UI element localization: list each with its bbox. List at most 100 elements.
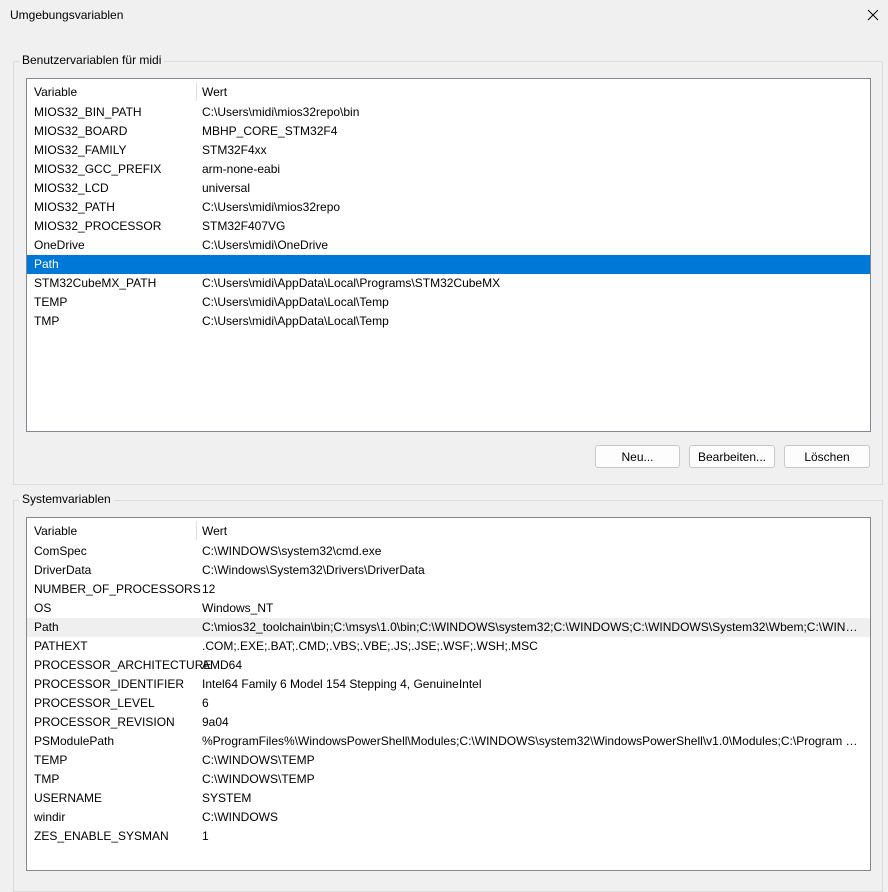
variable-value: C:\Users\midi\OneDrive [202,238,329,252]
variable-name: MIOS32_PROCESSOR [34,219,162,233]
title-bar: Umgebungsvariablen [0,0,888,30]
window-title: Umgebungsvariablen [10,8,124,22]
table-row[interactable]: PROCESSOR_IDENTIFIER Intel64 Family 6 Mod… [27,675,870,694]
variable-value: STM32F407VG [202,219,286,233]
delete-button[interactable]: Löschen [784,445,870,468]
table-row[interactable]: NUMBER_OF_PROCESSORS 12 [27,580,870,599]
variable-name: USERNAME [34,791,103,805]
variable-name: OS [34,601,52,615]
variable-name: PROCESSOR_REVISION [34,715,175,729]
table-row[interactable]: ZES_ENABLE_SYSMAN 1 [27,827,870,846]
user-variables-rows: MIOS32_BIN_PATH C:\Users\midi\mios32repo\… [27,103,870,331]
variable-value: C:\Users\midi\mios32repo\bin [202,105,360,119]
variable-value: C:\Users\midi\AppData\Local\Temp [202,295,389,309]
variable-name: TMP [34,314,60,328]
table-row[interactable]: TMP C:\WINDOWS\TEMP [27,770,870,789]
variable-name: TEMP [34,753,68,767]
variable-name: TEMP [34,295,68,309]
variable-name: MIOS32_LCD [34,181,109,195]
variable-name: PATHEXT [34,639,88,653]
table-row[interactable]: MIOS32_BOARD MBHP_CORE_STM32F4 [27,122,870,141]
variable-name: MIOS32_BOARD [34,124,128,138]
variable-value: C:\WINDOWS\system32\cmd.exe [202,544,382,558]
new-button[interactable]: Neu... [595,445,680,468]
table-row[interactable]: TMP C:\Users\midi\AppData\Local\Temp [27,312,870,331]
variable-name: ZES_ENABLE_SYSMAN [34,829,169,843]
variable-name: PSModulePath [34,734,115,748]
close-icon [867,9,879,21]
table-row[interactable]: USERNAME SYSTEM [27,789,870,808]
table-row[interactable]: MIOS32_PROCESSOR STM32F407VG [27,217,870,236]
variable-name: Path [34,257,59,271]
variable-value: C:\WINDOWS\TEMP [202,753,315,767]
table-row[interactable]: OneDrive C:\Users\midi\OneDrive [27,236,870,255]
table-row[interactable]: DriverData C:\Windows\System32\Drivers\Dr… [27,561,870,580]
user-variables-list[interactable]: Variable Wert MIOS32_BIN_PATH C:\Users\mi… [26,78,871,432]
close-button[interactable] [858,0,888,30]
variable-value: 9a04 [202,715,229,729]
variable-name: MIOS32_PATH [34,200,115,214]
variable-value: C:\Windows\System32\Drivers\DriverData [202,563,425,577]
system-variables-rows: ComSpec C:\WINDOWS\system32\cmd.exe Driver… [27,542,870,846]
variable-value: .COM;.EXE;.BAT;.CMD;.VBS;.VBE;.JS;.JSE;.… [202,639,538,653]
variable-name: ComSpec [34,544,87,558]
variable-name: PROCESSOR_LEVEL [34,696,155,710]
user-variables-legend: Benutzervariablen für midi [19,53,165,67]
table-row[interactable]: TEMP C:\Users\midi\AppData\Local\Temp [27,293,870,312]
variable-name: DriverData [34,563,92,577]
variable-name: MIOS32_GCC_PREFIX [34,162,162,176]
variable-value: C:\mios32_toolchain\bin;C:\msys\1.0\bin;… [202,620,864,634]
table-row[interactable]: windir C:\WINDOWS [27,808,870,827]
variable-value: STM32F4xx [202,143,267,157]
variable-name: OneDrive [34,238,85,252]
table-row[interactable]: MIOS32_BIN_PATH C:\Users\midi\mios32repo\… [27,103,870,122]
table-row[interactable]: Path [27,255,870,274]
table-row[interactable]: PATHEXT .COM;.EXE;.BAT;.CMD;.VBS;.VBE;.JS… [27,637,870,656]
variable-name: TMP [34,772,60,786]
table-row[interactable]: Path C:\mios32_toolchain\bin;C:\msys\1.0\… [27,618,870,637]
table-row[interactable]: MIOS32_PATH C:\Users\midi\mios32repo [27,198,870,217]
variable-value: universal [202,181,251,195]
variable-value: SYSTEM [202,791,252,805]
table-row[interactable]: STM32CubeMX_PATH C:\Users\midi\AppData\Lo… [27,274,870,293]
variable-value: C:\Users\midi\AppData\Local\Programs\STM… [202,276,501,290]
variable-value: C:\WINDOWS\TEMP [202,772,315,786]
list-header: Variable Wert [27,518,870,542]
list-header: Variable Wert [27,79,870,103]
variable-value: arm-none-eabi [202,162,281,176]
system-variables-list[interactable]: Variable Wert ComSpec C:\WINDOWS\system32… [26,517,871,871]
column-header-value[interactable]: Wert [202,524,227,538]
variable-value: 1 [202,829,209,843]
variable-name: NUMBER_OF_PROCESSORS [34,582,201,596]
table-row[interactable]: PROCESSOR_LEVEL 6 [27,694,870,713]
variable-name: MIOS32_BIN_PATH [34,105,142,119]
variable-name: STM32CubeMX_PATH [34,276,157,290]
table-row[interactable]: MIOS32_GCC_PREFIX arm-none-eabi [27,160,870,179]
variable-name: Path [34,620,59,634]
column-separator[interactable] [196,82,197,101]
variable-value: 12 [202,582,216,596]
variable-value: C:\Users\midi\AppData\Local\Temp [202,314,389,328]
edit-button[interactable]: Bearbeiten... [689,445,775,468]
table-row[interactable]: TEMP C:\WINDOWS\TEMP [27,751,870,770]
table-row[interactable]: MIOS32_LCD universal [27,179,870,198]
variable-value: Windows_NT [202,601,274,615]
column-header-value[interactable]: Wert [202,85,227,99]
variable-value: Intel64 Family 6 Model 154 Stepping 4, G… [202,677,482,691]
variable-value: %ProgramFiles%\WindowsPowerShell\Modules… [202,734,864,748]
column-separator[interactable] [196,521,197,540]
variable-value: C:\Users\midi\mios32repo [202,200,341,214]
table-row[interactable]: PSModulePath %ProgramFiles%\WindowsPowerS… [27,732,870,751]
variable-name: windir [34,810,66,824]
table-row[interactable]: PROCESSOR_REVISION 9a04 [27,713,870,732]
table-row[interactable]: MIOS32_FAMILY STM32F4xx [27,141,870,160]
table-row[interactable]: PROCESSOR_ARCHITECTURE AMD64 [27,656,870,675]
column-header-variable[interactable]: Variable [34,524,77,538]
column-header-variable[interactable]: Variable [34,85,77,99]
system-variables-legend: Systemvariablen [19,492,114,506]
table-row[interactable]: OS Windows_NT [27,599,870,618]
variable-value: MBHP_CORE_STM32F4 [202,124,338,138]
variable-value: AMD64 [202,658,243,672]
table-row[interactable]: ComSpec C:\WINDOWS\system32\cmd.exe [27,542,870,561]
variable-value: C:\WINDOWS [202,810,278,824]
